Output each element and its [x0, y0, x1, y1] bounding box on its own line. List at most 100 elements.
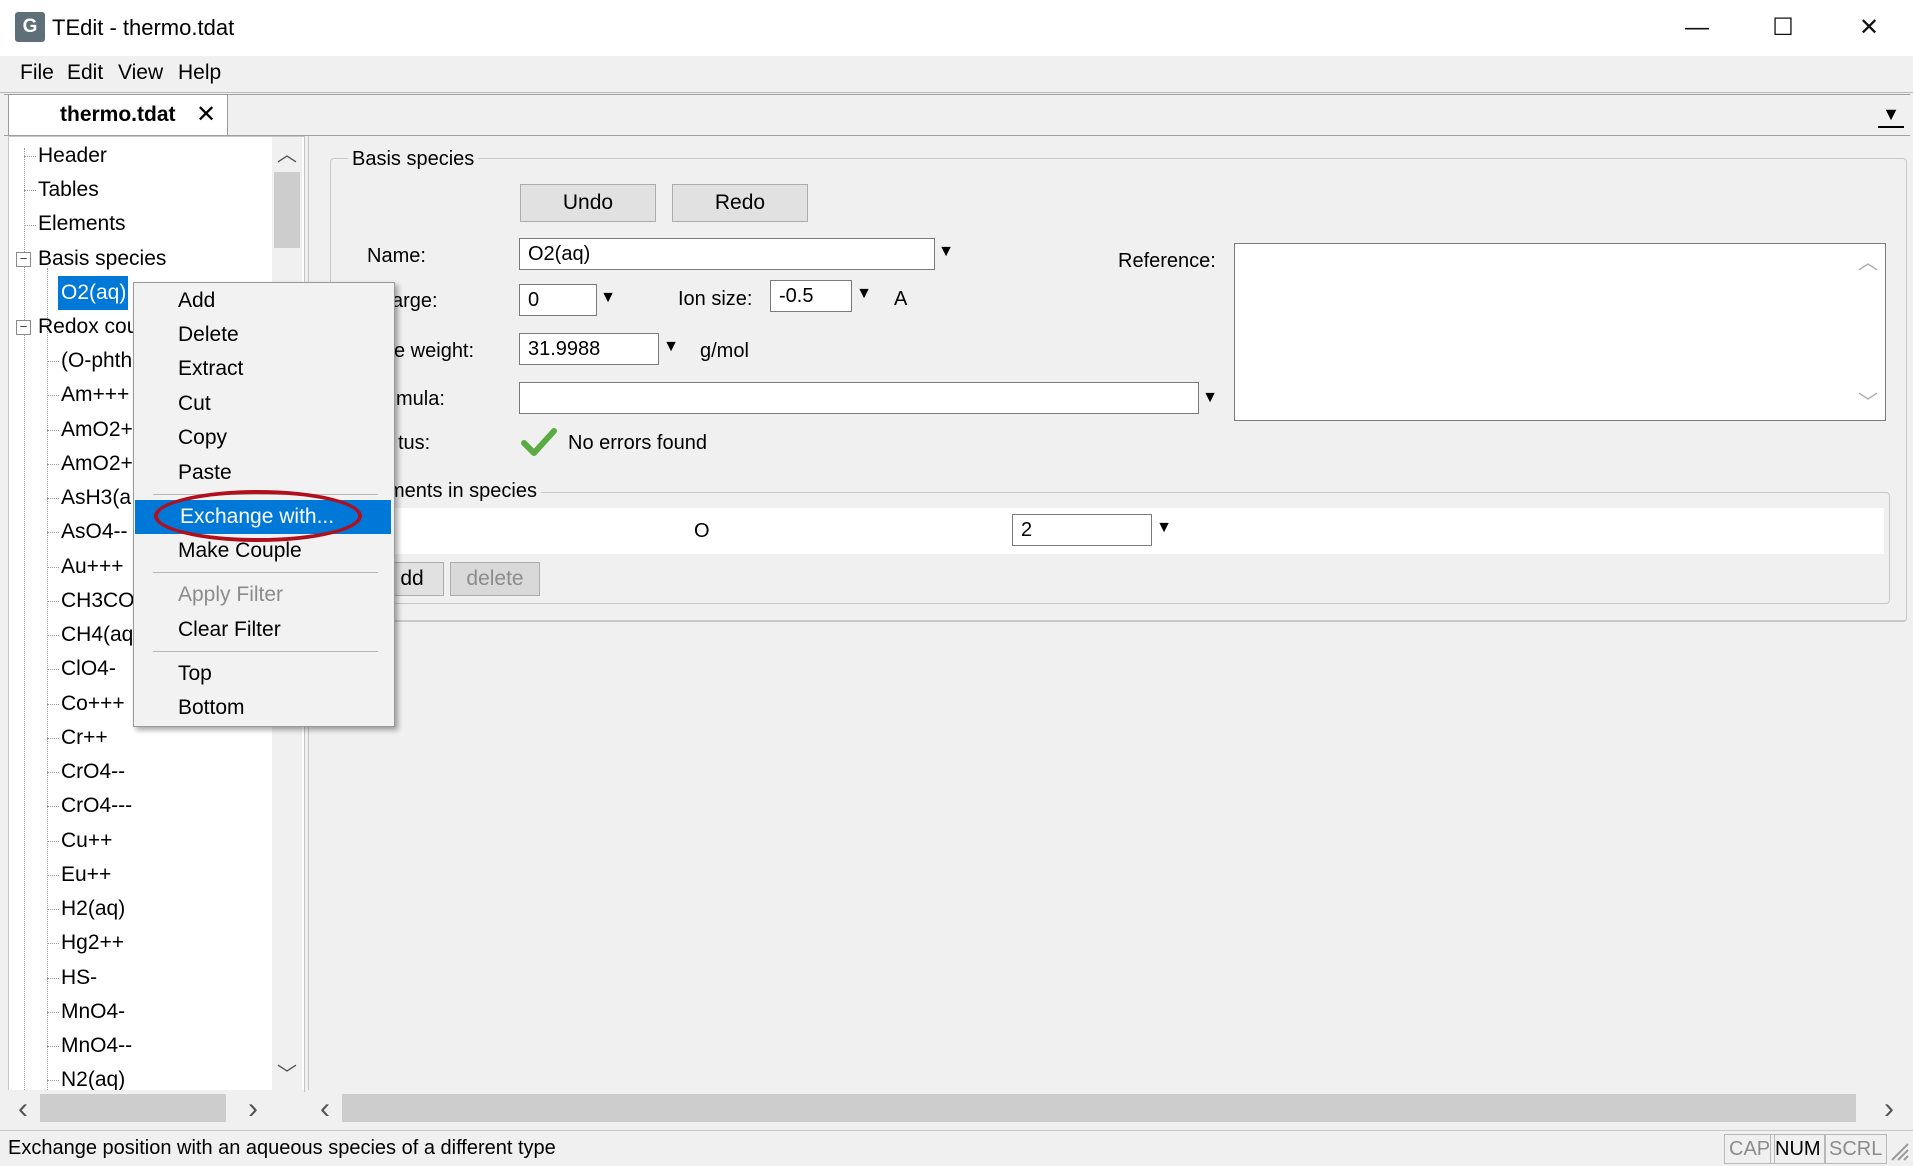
element-count-dropdown-icon[interactable]: ▼: [1154, 518, 1174, 538]
tree-item-elements[interactable]: Elements: [38, 208, 126, 240]
tree-item-redox[interactable]: AmO2+: [61, 448, 133, 480]
menu-bar: [0, 56, 1913, 92]
resize-grip-icon[interactable]: [1888, 1140, 1910, 1162]
tree-guide-line: [47, 909, 59, 910]
tree-item-redox[interactable]: AsH3(a: [61, 482, 131, 514]
scroll-up-icon[interactable]: ︿: [274, 142, 300, 168]
tree-item-o2aq[interactable]: O2(aq): [61, 277, 126, 309]
cap-indicator: CAP: [1724, 1134, 1776, 1164]
reference-label: Reference:: [1118, 250, 1216, 272]
status-text: No errors found: [568, 432, 707, 454]
tree-item-tables[interactable]: Tables: [38, 174, 99, 206]
menu-item-add[interactable]: Add: [133, 284, 393, 318]
reference-scroll-up-icon[interactable]: ︿: [1855, 250, 1881, 276]
scroll-left-icon[interactable]: ‹: [312, 1094, 338, 1124]
title-bar: [0, 0, 1913, 56]
tree-item-redox[interactable]: CH3CO: [61, 585, 135, 617]
tree-guide-line: [47, 600, 59, 602]
scroll-right-icon[interactable]: ›: [1876, 1094, 1902, 1124]
menu-item-delete[interactable]: Delete: [133, 318, 393, 352]
tree-vertical-scroll-thumb[interactable]: [274, 172, 300, 248]
tree-horizontal-scroll-thumb[interactable]: [40, 1094, 226, 1122]
tree-guide-line: [47, 772, 59, 773]
tree-guide-line: [24, 148, 25, 1096]
tree-item-redox[interactable]: Co+++: [61, 688, 125, 720]
tree-item-redox[interactable]: Eu++: [61, 859, 111, 891]
mole-weight-dropdown-icon[interactable]: ▼: [661, 337, 681, 357]
charge-field[interactable]: 0: [519, 284, 597, 316]
tab-label[interactable]: thermo.tdat: [60, 100, 176, 130]
undo-button[interactable]: Undo: [520, 184, 656, 222]
mole-weight-unit: g/mol: [700, 340, 749, 362]
tree-item-redox[interactable]: Cu++: [61, 825, 112, 857]
scroll-right-icon[interactable]: ›: [240, 1094, 266, 1124]
name-field[interactable]: O2(aq): [519, 238, 935, 270]
redo-button[interactable]: Redo: [672, 184, 808, 222]
menu-item-copy[interactable]: Copy: [133, 421, 393, 455]
main-horizontal-scroll-thumb[interactable]: [342, 1094, 1856, 1122]
tree-item-redox[interactable]: ClO4-: [61, 653, 116, 685]
mole-weight-field[interactable]: 31.9988: [519, 333, 659, 365]
tree-item-redox-couples[interactable]: Redox cou: [38, 311, 138, 343]
menu-help[interactable]: Help: [178, 58, 221, 88]
tree-guide-line: [47, 429, 59, 431]
tree-guide-line: [47, 361, 59, 362]
scroll-down-icon[interactable]: ﹀: [274, 1062, 300, 1088]
status-label: tus:: [398, 432, 431, 454]
tree-item-redox[interactable]: Hg2++: [61, 927, 124, 959]
tree-item-redox[interactable]: CrO4---: [61, 790, 132, 822]
tree-guide-line: [47, 1046, 59, 1047]
menu-item-extract[interactable]: Extract: [133, 352, 393, 386]
tree-item-redox[interactable]: Au+++: [61, 551, 123, 583]
tree-item-header[interactable]: Header: [38, 140, 107, 172]
tree-item-redox[interactable]: AmO2+: [61, 414, 133, 446]
menu-separator: [153, 651, 378, 652]
charge-dropdown-icon[interactable]: ▼: [598, 288, 618, 308]
collapse-icon[interactable]: −: [16, 320, 31, 335]
tree-item-redox[interactable]: AsO4--: [61, 516, 128, 548]
menu-item-apply-filter: Apply Filter: [178, 583, 284, 606]
formula-label: mula:: [396, 388, 445, 410]
tree-item-redox[interactable]: MnO4--: [61, 1030, 132, 1062]
menu-item-cut[interactable]: Cut: [133, 387, 393, 421]
reference-scroll-down-icon[interactable]: ﹀: [1855, 390, 1881, 416]
menu-file[interactable]: File: [20, 58, 54, 88]
tree-item-redox[interactable]: (O-phth: [61, 345, 132, 377]
menu-edit[interactable]: Edit: [67, 58, 103, 88]
element-count-field[interactable]: 2: [1012, 514, 1152, 546]
tree-guide-line: [47, 874, 59, 876]
maximize-button[interactable]: ☐: [1740, 0, 1826, 56]
ion-size-dropdown-icon[interactable]: ▼: [854, 284, 874, 304]
menu-item-paste[interactable]: Paste: [133, 456, 393, 490]
tab-list-dropdown-icon[interactable]: ▼: [1878, 102, 1904, 128]
reference-textarea[interactable]: [1234, 243, 1886, 421]
ion-size-field[interactable]: -0.5: [770, 280, 852, 312]
tab-strip: [4, 94, 1910, 136]
tree-item-basis-species[interactable]: Basis species: [38, 243, 166, 275]
scroll-left-icon[interactable]: ‹: [10, 1094, 36, 1124]
tree-item-redox[interactable]: H2(aq): [61, 893, 125, 925]
element-symbol: O: [694, 520, 710, 542]
tree-item-redox[interactable]: HS-: [61, 962, 97, 994]
scrl-indicator: SCRL: [1824, 1134, 1888, 1164]
minimize-button[interactable]: —: [1654, 0, 1740, 56]
tree-item-redox[interactable]: CH4(aq: [61, 619, 133, 651]
tree-item-redox[interactable]: CrO4--: [61, 756, 125, 788]
menu-view[interactable]: View: [118, 58, 163, 88]
tree-item-redox[interactable]: Am+++: [61, 379, 129, 411]
menu-item-bottom[interactable]: Bottom: [133, 691, 393, 725]
tab-close-icon[interactable]: ✕: [196, 100, 216, 130]
annotation-circle: [154, 490, 362, 542]
close-button[interactable]: ✕: [1826, 0, 1912, 56]
window-title: TEdit - thermo.tdat: [52, 15, 235, 40]
formula-dropdown-icon[interactable]: ▼: [1200, 388, 1220, 408]
collapse-icon[interactable]: −: [16, 252, 31, 267]
formula-field[interactable]: [519, 382, 1199, 414]
ion-size-unit: A: [894, 288, 908, 310]
tree-item-redox[interactable]: MnO4-: [61, 996, 125, 1028]
tree-guide-line: [47, 463, 59, 465]
menu-item-top[interactable]: Top: [133, 657, 393, 691]
tree-item-redox[interactable]: Cr++: [61, 722, 108, 754]
name-dropdown-icon[interactable]: ▼: [936, 242, 956, 262]
menu-item-clear-filter[interactable]: Clear Filter: [133, 613, 393, 647]
